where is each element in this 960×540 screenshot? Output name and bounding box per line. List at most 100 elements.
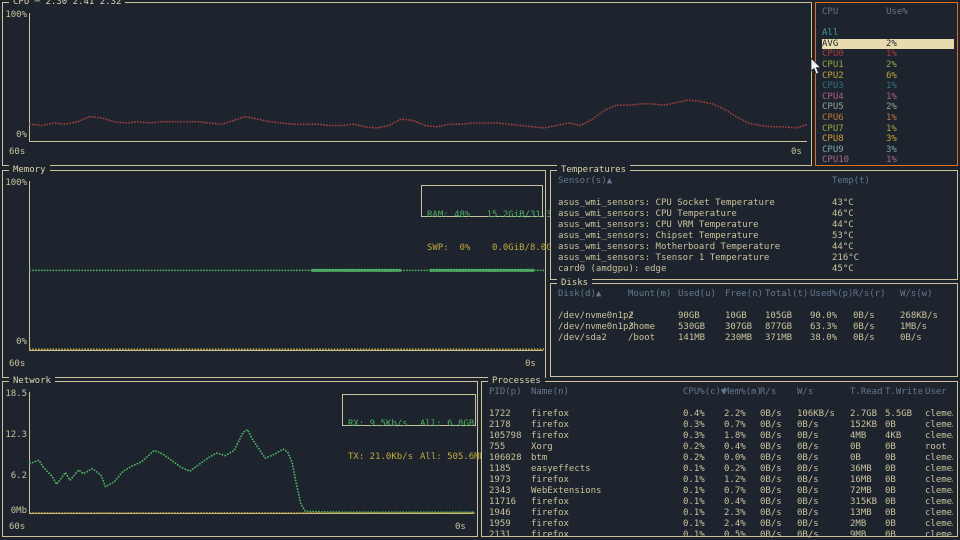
temperatures-header-col[interactable]: Sensor(s)▲ [558, 176, 832, 187]
process-row-cell: 0.3% [683, 420, 705, 430]
process-row[interactable]: 2131 firefox 0.1% 0.5% 0B/s 0B/s 9MB 0B cleme… [489, 530, 953, 540]
disks-header-col[interactable]: Free(n) [725, 289, 765, 300]
cpu-legend-row-cpu5-cell: CPU5 [822, 102, 844, 113]
cpu-legend-row-cpu0[interactable]: CPU0 1% [822, 49, 954, 60]
process-row-cell: 0B/s [760, 420, 782, 430]
cpu-x-left-label: 60s [9, 147, 26, 157]
disk-row-cell: 0B/s [853, 311, 875, 321]
cpu-panel[interactable]: CPU ─ 2.30 2.41 2.32 100% 0% 60s 0s [2, 0, 812, 166]
disk-row-cell: 105GB [765, 311, 793, 321]
disks-header-col[interactable]: Used(u) [678, 289, 725, 300]
cpu-legend-row-cpu5[interactable]: CPU5 2% [822, 102, 954, 113]
disks-header[interactable]: Disk(d)▲ Mount(m) Used(u) Free(n) Total(t) Us… [558, 289, 953, 300]
process-row[interactable]: 755 Xorg 0.2% 0.4% 0B/s 0B/s 0B 0B root [489, 442, 953, 453]
processes-header-col[interactable]: R/s [760, 387, 797, 398]
disk-row[interactable]: /dev/sda2/boot 141MB 230MB 371MB 38.0% 0B/s 0B… [558, 333, 953, 344]
temperatures-panel-title: Temperatures [557, 165, 631, 176]
cpu-legend-row-cpu9[interactable]: CPU9 3% [822, 145, 954, 156]
process-row-cell: firefox [531, 530, 569, 540]
process-row-cell: 0.4% [683, 409, 705, 419]
network-x-left-label: 60s [9, 522, 26, 532]
temperatures-header-col[interactable]: Temp(t) [832, 176, 953, 187]
process-row-cell: cleme… [925, 464, 953, 474]
cpu-legend-row-cpu3[interactable]: CPU3 1% [822, 81, 954, 92]
memory-x-left-label: 60s [9, 359, 26, 369]
temperature-row-cell: asus_wmi_sensors: CPU Socket Temperature [558, 198, 775, 208]
process-row[interactable]: 106028 btm 0.2% 0.0% 0B/s 0B/s 0B 0B cleme… [489, 453, 953, 464]
processes-panel[interactable]: Processes PID(p) Name(n) CPU%(c)▼ Mem%(m) R/… [481, 376, 958, 540]
process-row-cell: 2.2% [724, 409, 746, 419]
cpu-legend-row-cpu4[interactable]: CPU4 1% [822, 92, 954, 103]
cpu-legend-row-cpu1[interactable]: CPU1 2% [822, 60, 954, 71]
disk-row-cell: 0B/s [853, 322, 875, 332]
temperature-row-cell: asus_wmi_sensors: CPU VRM Temperature [558, 220, 759, 230]
process-row-cell: 0.2% [683, 442, 705, 452]
process-row[interactable]: 1959 firefox 0.1% 2.4% 0B/s 0B/s 2MB 0B cleme… [489, 519, 953, 530]
process-row-cell: 0.7% [724, 486, 746, 496]
disk-row[interactable]: /dev/nvme0n1p3/home 530GB 307GB 877GB 63.3% 0… [558, 322, 953, 333]
cpu-legend-row-avg[interactable]: AVG 2% [822, 38, 954, 50]
cpu-legend-header-use: Use% [886, 7, 908, 17]
network-y-label-3: 0Mb [10, 506, 27, 516]
process-row-cell: 0B/s [760, 442, 782, 452]
network-panel[interactable]: Network 18.5 12.3 6.2 0Mb 60s 0s RX: 9.5… [2, 376, 485, 537]
processes-header-col[interactable]: T.Read [850, 387, 885, 398]
process-row[interactable]: 2178 firefox 0.3% 0.7% 0B/s 0B/s 152KB 0B cleme… [489, 420, 953, 431]
cpu-legend-row-cpu2[interactable]: CPU2 6% [822, 71, 954, 82]
process-row[interactable]: 1973 firefox 0.1% 1.2% 0B/s 0B/s 16MB 0B cleme… [489, 475, 953, 486]
disks-header-col[interactable]: Mount(m) [628, 289, 678, 300]
temperature-row[interactable]: asus_wmi_sensors: Tsensor 1 Temperature 2… [558, 253, 953, 264]
processes-header[interactable]: PID(p) Name(n) CPU%(c)▼ Mem%(m) R/s W/s T.Read… [489, 387, 953, 398]
process-row[interactable]: 1946 firefox 0.1% 2.3% 0B/s 0B/s 13MB 0B cleme… [489, 508, 953, 519]
cpu-legend-row-all[interactable]: All [822, 28, 954, 39]
temperature-row[interactable]: card0 (amdgpu): edge 45°C [558, 264, 953, 275]
disks-header-col[interactable]: W/s(w) [900, 289, 953, 300]
temperatures-header[interactable]: Sensor(s)▲ Temp(t) [558, 176, 953, 187]
processes-panel-title: Processes [488, 376, 545, 387]
cpu-legend-panel[interactable]: CPU Use% All AVG 2% CPU0 1% CPU1 2% CPU2 6% CPU3 1… [815, 2, 958, 166]
cpu-legend-row-cpu8[interactable]: CPU8 3% [822, 134, 954, 145]
processes-header-col[interactable]: User [925, 387, 953, 398]
processes-header-col[interactable]: CPU%(c)▼ [683, 387, 726, 398]
temperatures-panel[interactable]: Temperatures Sensor(s)▲ Temp(t) asus_wmi_… [550, 165, 958, 280]
cpu-legend-row-cpu6[interactable]: CPU6 1% [822, 113, 954, 124]
temperature-row[interactable]: asus_wmi_sensors: Motherboard Temperatur… [558, 242, 953, 253]
processes-header-col[interactable]: Mem%(m) [724, 387, 762, 398]
temperature-row[interactable]: asus_wmi_sensors: CPU Temperature 46°C [558, 209, 953, 220]
temperature-row[interactable]: asus_wmi_sensors: Chipset Temperature 53°… [558, 231, 953, 242]
disks-panel[interactable]: Disks Disk(d)▲ Mount(m) Used(u) Free(n) Tota… [550, 278, 958, 377]
disks-header-col[interactable]: Used%(p) [810, 289, 853, 300]
processes-header-col[interactable]: T.Write [885, 387, 925, 398]
process-row[interactable]: 11716 firefox 0.1% 0.4% 0B/s 0B/s 315KB 0B cleme… [489, 497, 953, 508]
btm-system-monitor: { "colors": { "background": "#1d242e", "… [0, 0, 960, 540]
process-row-cell: 13MB [850, 508, 872, 518]
process-row[interactable]: 105798 firefox 0.3% 1.8% 0B/s 0B/s 4MB 4KB cleme… [489, 431, 953, 442]
cpu-legend-row-cpu6-cell: CPU6 [822, 112, 844, 123]
memory-panel[interactable]: Memory 100% 0% 60s 0s RAM: 48% 15.2GiB/3… [2, 165, 568, 378]
process-row-cell: 755 [489, 442, 506, 452]
process-row-cell: 0.1% [683, 519, 705, 529]
temperature-row[interactable]: asus_wmi_sensors: CPU Socket Temperature… [558, 198, 953, 209]
disks-header-col[interactable]: R/s(r) [853, 289, 900, 300]
process-row[interactable]: 2343 WebExtensions 0.1% 0.7% 0B/s 0B/s 72MB 0B c… [489, 486, 953, 497]
process-row-cell: cleme… [925, 530, 953, 540]
cpu-y-min-label: 0% [16, 130, 27, 140]
disks-header-col[interactable]: Disk(d)▲ [558, 289, 628, 300]
cpu-legend-header[interactable]: CPU Use% [822, 7, 954, 18]
process-row-cell: 0.4% [724, 497, 746, 507]
processes-header-col[interactable]: PID(p) [489, 387, 531, 398]
cpu-legend-row-cpu10[interactable]: CPU10 1% [822, 155, 954, 166]
process-row-cell: 2131 [489, 530, 511, 540]
process-row[interactable]: 1722 firefox 0.4% 2.2% 0B/s 106KB/s 2.7GB 5.5GB… [489, 409, 953, 420]
disk-row[interactable]: /dev/nvme0n1p2/ 90GB 10GB 105GB 90.0% 0B/s 268… [558, 311, 953, 322]
processes-header-col[interactable]: Name(n) [531, 387, 683, 398]
process-row-cell: 0B [885, 497, 896, 507]
processes-header-col[interactable]: W/s [797, 387, 850, 398]
cpu-legend-rows: All AVG 2% CPU0 1% CPU1 2% CPU2 6% CPU3 1% CPU4 1% CP… [822, 28, 954, 166]
process-row-cell: 315KB [850, 497, 878, 507]
process-row-cell: 0B [885, 486, 896, 496]
disks-header-col[interactable]: Total(t) [765, 289, 810, 300]
temperature-row[interactable]: asus_wmi_sensors: CPU VRM Temperature 44°… [558, 220, 953, 231]
cpu-legend-row-cpu7[interactable]: CPU7 1% [822, 124, 954, 135]
process-row[interactable]: 1185 easyeffects 0.1% 0.2% 0B/s 0B/s 36MB 0B cle… [489, 464, 953, 475]
